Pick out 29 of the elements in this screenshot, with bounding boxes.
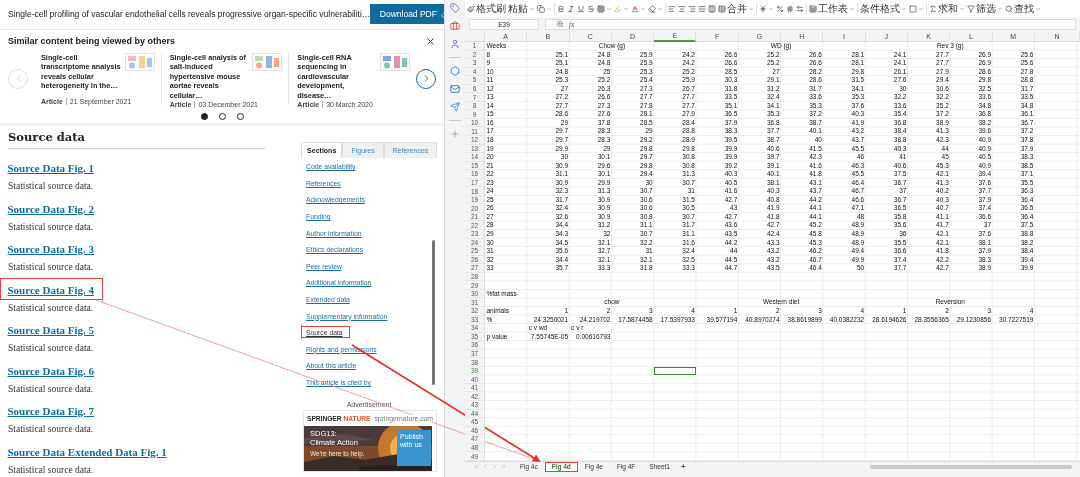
source-data-link[interactable]: Source Data Fig. 5 — [7, 324, 95, 336]
toolbar-label[interactable]: 合并 — [727, 1, 747, 16]
source-description: Statistical source data. — [8, 424, 94, 434]
source-data-link[interactable]: Source Data Fig. 4 — [7, 283, 95, 296]
source-description: Statistical source data. — [8, 181, 94, 191]
download-pdf-button[interactable]: Download PDF — [370, 4, 444, 25]
source-description: Statistical source data. — [8, 262, 94, 272]
source-description: Statistical source data. — [8, 343, 94, 353]
source-data-link[interactable]: Source Data Fig. 3 — [7, 243, 95, 255]
source-data-link[interactable]: Source Data Extended Data Fig. 1 — [7, 445, 167, 458]
article-title: Single-cell profiling of vascular endothelial cells reveals progressive organ-specific vulnerabiliti… — [8, 9, 371, 20]
section-heading: Source data — [8, 130, 265, 149]
toolbar-label[interactable]: 查找 — [1014, 1, 1034, 16]
toolbar-label[interactable]: 求和 — [938, 1, 958, 16]
source-data-link[interactable]: Source Data Fig. 6 — [7, 364, 95, 377]
source-data-link[interactable]: Source Data Fig. 7 — [7, 405, 95, 417]
toolbar-label[interactable]: 筛选 — [976, 1, 996, 16]
source-description: Statistical source data. — [8, 383, 94, 394]
section-heading: Similar content being viewed by others — [8, 36, 176, 47]
source-data-link[interactable]: Source Data Fig. 2 — [7, 202, 95, 215]
toolbar-label[interactable]: 条件格式 — [860, 1, 900, 16]
toolbar-label[interactable]: 工作表 — [818, 1, 848, 16]
source-description: Statistical source data. — [8, 302, 94, 313]
toolbar-label[interactable]: 格式刷 — [476, 1, 506, 16]
add-sheet-button[interactable]: + — [676, 461, 690, 472]
toolbar-label[interactable]: 粘贴 — [508, 1, 528, 16]
source-data-link[interactable]: Source Data Fig. 1 — [7, 162, 95, 174]
source-description: Statistical source data. — [8, 221, 94, 232]
source-description: Statistical source data. — [8, 464, 94, 475]
